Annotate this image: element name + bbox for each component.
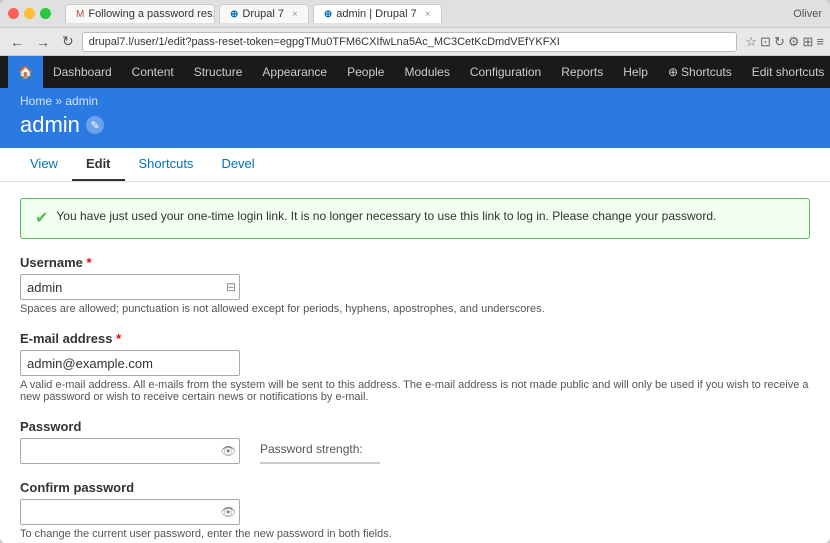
tab-drupal7-label: Drupal 7 xyxy=(242,8,284,20)
tab-edit[interactable]: Edit xyxy=(72,148,125,181)
menu-icon[interactable]: ≡ xyxy=(816,34,824,49)
minimize-button[interactable] xyxy=(24,8,35,19)
success-icon: ✔ xyxy=(35,208,48,228)
password-input[interactable] xyxy=(20,438,240,464)
shortcuts-icon: ⊕ xyxy=(668,65,678,79)
address-bar[interactable] xyxy=(82,32,738,52)
tab-bar: M Following a password res... × ⊕ Drupal… xyxy=(65,4,787,23)
toolbar-right: Edit shortcuts admin Log out xyxy=(742,56,830,88)
gmail-favicon: M xyxy=(76,9,84,20)
username-required: * xyxy=(87,255,92,270)
toolbar-appearance[interactable]: Appearance xyxy=(252,56,337,88)
username-input[interactable] xyxy=(20,274,240,300)
password-strength-bar xyxy=(260,462,380,464)
tab-drupal7[interactable]: ⊕ Drupal 7 × xyxy=(219,4,309,23)
password-strength-wrapper: Password strength: xyxy=(260,419,380,464)
toolbar-home[interactable]: 🏠 xyxy=(8,56,43,88)
toolbar-content[interactable]: Content xyxy=(122,56,184,88)
email-hint: A valid e-mail address. All e-mails from… xyxy=(20,379,810,403)
toolbar-edit-shortcuts[interactable]: Edit shortcuts xyxy=(742,56,830,88)
breadcrumb-home[interactable]: Home xyxy=(20,94,52,108)
bookmark-icon[interactable]: ⊡ xyxy=(760,34,771,50)
nav-bar: ← → ↻ ☆ ⊡ ↻ ⚙ ⊞ ≡ xyxy=(0,28,830,56)
title-bar: M Following a password res... × ⊕ Drupal… xyxy=(0,0,830,28)
content-tabs: View Edit Shortcuts Devel xyxy=(0,148,830,182)
toolbar-reports[interactable]: Reports xyxy=(551,56,613,88)
username-icon: ⊟ xyxy=(226,280,236,294)
confirm-password-eye-icon[interactable]: 👁 xyxy=(221,505,236,519)
page-title: admin ✎ xyxy=(20,112,810,138)
traffic-lights xyxy=(8,8,51,19)
browser-window: M Following a password res... × ⊕ Drupal… xyxy=(0,0,830,543)
settings-icon[interactable]: ⚙ xyxy=(788,34,800,50)
toolbar-people[interactable]: People xyxy=(337,56,394,88)
toolbar-dashboard[interactable]: Dashboard xyxy=(43,56,122,88)
password-group: Password 👁 xyxy=(20,419,240,464)
password-hint: To change the current user password, ent… xyxy=(20,528,810,540)
tab-devel[interactable]: Devel xyxy=(207,148,268,181)
confirm-password-input-wrapper: 👁 xyxy=(20,499,240,525)
main-content: ✔ You have just used your one-time login… xyxy=(0,182,830,543)
username-hint: Spaces are allowed; punctuation is not a… xyxy=(20,303,810,315)
nav-icons: ☆ ⊡ ↻ ⚙ ⊞ ≡ xyxy=(745,34,824,50)
email-label: E-mail address * xyxy=(20,331,810,346)
page-title-text: admin xyxy=(20,112,80,138)
email-group: E-mail address * A valid e-mail address.… xyxy=(20,331,810,403)
page-header: Home » admin admin ✎ xyxy=(0,88,830,148)
password-input-wrapper: 👁 xyxy=(20,438,240,464)
password-eye-icon[interactable]: 👁 xyxy=(221,444,236,458)
drupal-toolbar: 🏠 Dashboard Content Structure Appearance… xyxy=(0,56,830,88)
back-button[interactable]: ← xyxy=(6,32,28,52)
page-title-edit-icon[interactable]: ✎ xyxy=(86,116,104,134)
toolbar-configuration[interactable]: Configuration xyxy=(460,56,551,88)
confirm-password-group: Confirm password 👁 To change the current… xyxy=(20,480,810,540)
confirm-password-input[interactable] xyxy=(20,499,240,525)
username-group: Username * ⊟ Spaces are allowed; punctua… xyxy=(20,255,810,315)
breadcrumb-separator: » xyxy=(55,94,65,108)
email-required: * xyxy=(116,331,121,346)
maximize-button[interactable] xyxy=(40,8,51,19)
tab-admin-drupal7-label: admin | Drupal 7 xyxy=(336,8,417,20)
extensions-icon[interactable]: ⊞ xyxy=(803,34,814,50)
forward-button[interactable]: → xyxy=(32,32,54,52)
message-text: You have just used your one-time login l… xyxy=(56,209,716,223)
drupal7-favicon: ⊕ xyxy=(230,9,238,20)
tab-gmail-label: Following a password res... xyxy=(88,8,215,20)
tab-shortcuts[interactable]: Shortcuts xyxy=(125,148,208,181)
toolbar-help[interactable]: Help xyxy=(613,56,658,88)
close-button[interactable] xyxy=(8,8,19,19)
tab-drupal7-close[interactable]: × xyxy=(292,9,298,20)
password-strength-label: Password strength: xyxy=(260,442,363,456)
message-box: ✔ You have just used your one-time login… xyxy=(20,198,810,239)
breadcrumb-current: admin xyxy=(65,94,98,108)
tab-admin-drupal7-close[interactable]: × xyxy=(425,9,431,20)
email-input[interactable] xyxy=(20,350,240,376)
admin-drupal7-favicon: ⊕ xyxy=(324,9,332,20)
tab-admin-drupal7[interactable]: ⊕ admin | Drupal 7 × xyxy=(313,4,442,23)
password-label: Password xyxy=(20,419,240,434)
password-row: Password 👁 Password strength: xyxy=(20,419,810,480)
breadcrumb: Home » admin xyxy=(20,94,810,108)
tab-gmail[interactable]: M Following a password res... × xyxy=(65,4,215,23)
browser-user-label: Oliver xyxy=(793,8,822,20)
username-input-wrapper: ⊟ xyxy=(20,274,240,300)
username-label: Username * xyxy=(20,255,810,270)
tab-view[interactable]: View xyxy=(16,148,72,181)
star-icon[interactable]: ☆ xyxy=(745,34,757,50)
refresh-icon[interactable]: ↻ xyxy=(774,34,785,50)
confirm-password-label: Confirm password xyxy=(20,480,810,495)
refresh-button[interactable]: ↻ xyxy=(58,31,78,52)
toolbar-shortcuts[interactable]: ⊕ Shortcuts xyxy=(658,56,742,88)
toolbar-structure[interactable]: Structure xyxy=(184,56,253,88)
toolbar-modules[interactable]: Modules xyxy=(394,56,459,88)
